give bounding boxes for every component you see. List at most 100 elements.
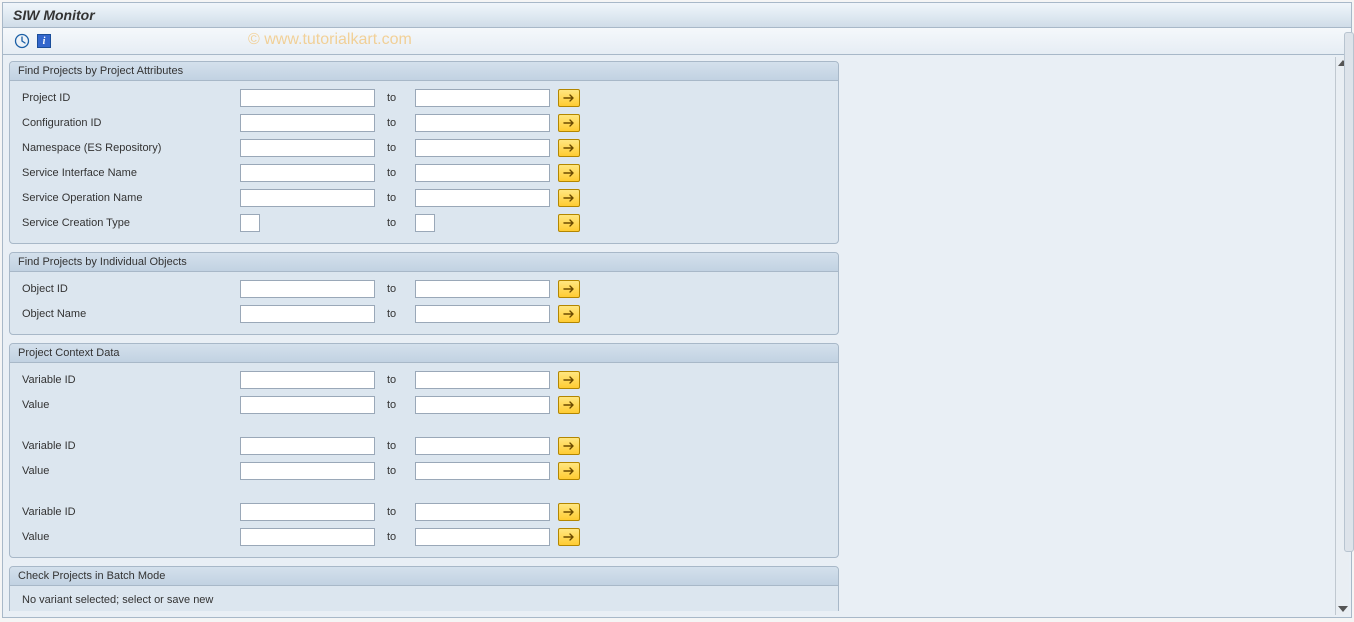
row-variable-id: Variable ID to xyxy=(20,501,828,523)
label-object-name: Object Name xyxy=(20,308,240,320)
input-variable-id-high[interactable] xyxy=(415,371,550,389)
input-svc-iface-low[interactable] xyxy=(240,164,375,182)
label-service-operation: Service Operation Name xyxy=(20,192,240,204)
scroll-container[interactable]: Find Projects by Project Attributes Proj… xyxy=(9,61,1333,611)
multiselect-button[interactable] xyxy=(558,528,580,546)
row-namespace: Namespace (ES Repository) to xyxy=(20,137,828,159)
input-config-id-high[interactable] xyxy=(415,114,550,132)
multiselect-button[interactable] xyxy=(558,189,580,207)
input-svc-create-high[interactable] xyxy=(415,214,435,232)
label-variable-id: Variable ID xyxy=(20,440,240,452)
input-variable-id-low[interactable] xyxy=(240,437,375,455)
multiselect-button[interactable] xyxy=(558,280,580,298)
to-label: to xyxy=(375,374,415,386)
to-label: to xyxy=(375,217,415,229)
label-variable-id: Variable ID xyxy=(20,374,240,386)
group-individual-objects: Find Projects by Individual Objects Obje… xyxy=(9,252,839,335)
input-project-id-low[interactable] xyxy=(240,89,375,107)
to-label: to xyxy=(375,192,415,204)
row-object-id: Object ID to xyxy=(20,278,828,300)
multiselect-button[interactable] xyxy=(558,462,580,480)
main-window: SIW Monitor i © www.tutorialkart.com Fin… xyxy=(2,2,1352,618)
label-project-id: Project ID xyxy=(20,92,240,104)
multiselect-button[interactable] xyxy=(558,305,580,323)
input-object-id-high[interactable] xyxy=(415,280,550,298)
group-project-attributes: Find Projects by Project Attributes Proj… xyxy=(9,61,839,244)
label-value: Value xyxy=(20,465,240,477)
execute-icon[interactable] xyxy=(13,32,31,50)
multiselect-button[interactable] xyxy=(558,371,580,389)
row-value: Value to xyxy=(20,460,828,482)
group-title: Find Projects by Individual Objects xyxy=(10,253,838,272)
input-svc-create-low[interactable] xyxy=(240,214,260,232)
batch-message: No variant selected; select or save new xyxy=(10,586,838,610)
group-title: Find Projects by Project Attributes xyxy=(10,62,838,81)
multiselect-button[interactable] xyxy=(558,437,580,455)
multiselect-button[interactable] xyxy=(558,89,580,107)
multiselect-button[interactable] xyxy=(558,214,580,232)
label-service-interface: Service Interface Name xyxy=(20,167,240,179)
to-label: to xyxy=(375,92,415,104)
label-value: Value xyxy=(20,399,240,411)
input-value-low[interactable] xyxy=(240,528,375,546)
input-project-id-high[interactable] xyxy=(415,89,550,107)
row-service-interface: Service Interface Name to xyxy=(20,162,828,184)
label-variable-id: Variable ID xyxy=(20,506,240,518)
label-config-id: Configuration ID xyxy=(20,117,240,129)
input-namespace-low[interactable] xyxy=(240,139,375,157)
label-namespace: Namespace (ES Repository) xyxy=(20,142,240,154)
to-label: to xyxy=(375,399,415,411)
to-label: to xyxy=(375,283,415,295)
input-value-high[interactable] xyxy=(415,396,550,414)
input-object-id-low[interactable] xyxy=(240,280,375,298)
page-title: SIW Monitor xyxy=(3,3,1351,28)
to-label: to xyxy=(375,506,415,518)
input-value-high[interactable] xyxy=(415,528,550,546)
label-object-id: Object ID xyxy=(20,283,240,295)
multiselect-button[interactable] xyxy=(558,396,580,414)
multiselect-button[interactable] xyxy=(558,164,580,182)
label-value: Value xyxy=(20,531,240,543)
row-variable-id: Variable ID to xyxy=(20,435,828,457)
input-svc-op-high[interactable] xyxy=(415,189,550,207)
input-variable-id-low[interactable] xyxy=(240,371,375,389)
input-variable-id-high[interactable] xyxy=(415,503,550,521)
to-label: to xyxy=(375,531,415,543)
row-service-creation-type: Service Creation Type to xyxy=(20,212,828,234)
group-batch-mode: Check Projects in Batch Mode No variant … xyxy=(9,566,839,611)
input-value-high[interactable] xyxy=(415,462,550,480)
row-variable-id: Variable ID to xyxy=(20,369,828,391)
input-variable-id-low[interactable] xyxy=(240,503,375,521)
multiselect-button[interactable] xyxy=(558,503,580,521)
row-project-id: Project ID to xyxy=(20,87,828,109)
info-icon[interactable]: i xyxy=(37,34,51,48)
watermark-text: © www.tutorialkart.com xyxy=(248,31,412,49)
group-title: Project Context Data xyxy=(10,344,838,363)
input-value-low[interactable] xyxy=(240,396,375,414)
input-svc-iface-high[interactable] xyxy=(415,164,550,182)
row-value: Value to xyxy=(20,526,828,548)
input-config-id-low[interactable] xyxy=(240,114,375,132)
input-namespace-high[interactable] xyxy=(415,139,550,157)
input-object-name-high[interactable] xyxy=(415,305,550,323)
input-object-name-low[interactable] xyxy=(240,305,375,323)
group-context-data: Project Context Data Variable ID to Valu… xyxy=(9,343,839,558)
window-resize-bar xyxy=(1344,32,1354,552)
row-with-unit-test: With Unit Test xyxy=(10,610,838,611)
application-toolbar: i © www.tutorialkart.com xyxy=(3,28,1351,55)
input-value-low[interactable] xyxy=(240,462,375,480)
group-title: Check Projects in Batch Mode xyxy=(10,567,838,586)
multiselect-button[interactable] xyxy=(558,139,580,157)
multiselect-button[interactable] xyxy=(558,114,580,132)
scroll-down-icon[interactable] xyxy=(1338,606,1348,612)
content-area: Find Projects by Project Attributes Proj… xyxy=(3,55,1351,617)
to-label: to xyxy=(375,142,415,154)
to-label: to xyxy=(375,465,415,477)
input-variable-id-high[interactable] xyxy=(415,437,550,455)
to-label: to xyxy=(375,117,415,129)
label-service-creation-type: Service Creation Type xyxy=(20,217,240,229)
row-value: Value to xyxy=(20,394,828,416)
input-svc-op-low[interactable] xyxy=(240,189,375,207)
row-service-operation: Service Operation Name to xyxy=(20,187,828,209)
row-config-id: Configuration ID to xyxy=(20,112,828,134)
